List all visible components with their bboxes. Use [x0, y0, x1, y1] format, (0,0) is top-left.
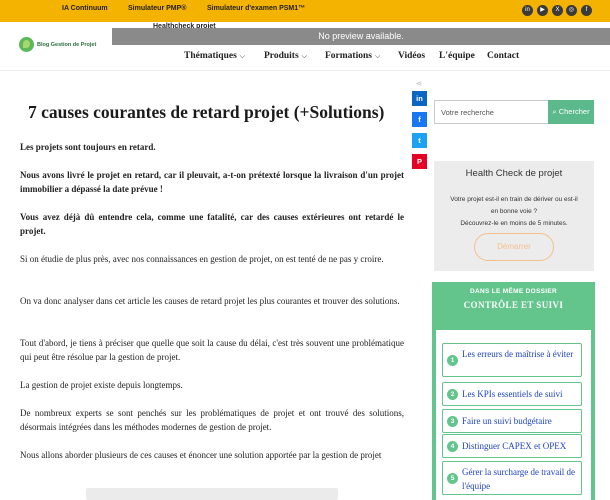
- dossier-title: CONTRÔLE ET SUIVI: [463, 300, 564, 310]
- logo-icon: [19, 37, 34, 52]
- youtube-icon[interactable]: ▶: [537, 5, 548, 16]
- article-paragraph: De nombreux experts se sont penchés sur …: [20, 408, 404, 432]
- article-paragraph: On va donc analyser dans cet article les…: [20, 296, 400, 306]
- article-paragraph: Si on étudie de plus près, avec nos conn…: [20, 254, 384, 264]
- instagram-icon[interactable]: ◎: [566, 5, 577, 16]
- site-logo[interactable]: Blog Gestion de Projet: [19, 37, 96, 52]
- chevron-down-icon: ⌵: [374, 52, 381, 60]
- nav-produits[interactable]: Produits ⌵: [264, 51, 307, 61]
- header-divider: [0, 70, 610, 71]
- dossier-item[interactable]: 2 Les KPIs essentiels de suivi: [442, 382, 582, 406]
- share-icon: ⋖: [415, 79, 423, 88]
- healthcheck-title: Health Check de projet: [465, 168, 563, 179]
- nav-equipe[interactable]: L'équipe: [439, 51, 475, 61]
- article-paragraph: Les projets sont toujours en retard.: [20, 142, 156, 152]
- embedded-content-placeholder: [86, 488, 338, 500]
- toplink-simulateur-psm1[interactable]: Simulateur d'examen PSM1™: [207, 5, 305, 12]
- article-paragraph: Vous avez déjà dû entendre cela, comme u…: [20, 212, 404, 236]
- dossier-item[interactable]: 5 Gérer la surcharge de travail de l'équ…: [442, 461, 582, 495]
- toplink-simulateur-pmp[interactable]: Simulateur PMP®: [128, 5, 186, 12]
- nav-thematiques[interactable]: Thématiques ⌵: [184, 51, 245, 61]
- search-button[interactable]: ⌕ Chercher: [548, 100, 594, 124]
- dossier-item[interactable]: 4 Distinguer CAPEX et OPEX: [442, 434, 582, 458]
- linkedin-icon[interactable]: in: [522, 5, 533, 16]
- top-bar: IA Continuum Simulateur PMP® Simulateur …: [0, 0, 610, 22]
- share-linkedin-button[interactable]: in: [412, 91, 427, 106]
- search-icon: ⌕: [552, 107, 557, 116]
- share-twitter-button[interactable]: t: [412, 133, 427, 148]
- search-input[interactable]: [434, 100, 549, 124]
- article-paragraph: La gestion de projet existe depuis longt…: [20, 380, 183, 390]
- nav-formations[interactable]: Formations ⌵: [325, 51, 380, 61]
- facebook-icon[interactable]: f: [581, 5, 592, 16]
- dossier-kicker: DANS LE MÊME DOSSIER: [470, 288, 557, 295]
- article-paragraph: Nous allons aborder plusieurs de ces cau…: [20, 450, 382, 460]
- chevron-down-icon: ⌵: [301, 52, 307, 60]
- share-pinterest-button[interactable]: P: [412, 154, 427, 169]
- dossier-item[interactable]: 3 Faire un suivi budgétaire: [442, 409, 582, 433]
- healthcheck-start-button[interactable]: Démarrer: [474, 233, 554, 261]
- healthcheck-widget: Health Check de projet Votre projet est-…: [434, 161, 594, 271]
- share-facebook-button[interactable]: f: [412, 112, 427, 127]
- dossier-item[interactable]: 1 Les erreurs de maîtrise à éviter: [442, 343, 582, 377]
- article-paragraph: Tout d'abord, je tiens à préciser que qu…: [20, 338, 404, 362]
- nav-videos[interactable]: Vidéos: [398, 51, 425, 61]
- article-paragraph: Nous avons livré le projet en retard, ca…: [20, 170, 404, 194]
- chevron-down-icon: ⌵: [239, 52, 246, 60]
- article-title: 7 causes courantes de retard projet (+So…: [28, 102, 385, 122]
- twitter-x-icon[interactable]: X: [552, 5, 563, 16]
- nav-contact[interactable]: Contact: [487, 51, 519, 61]
- preview-placeholder: No preview available.: [112, 28, 610, 45]
- logo-text: Blog Gestion de Projet: [37, 41, 97, 48]
- toplink-ia-continuum[interactable]: IA Continuum: [62, 5, 108, 12]
- healthcheck-description: Votre projet est-il en train de dériver …: [450, 196, 578, 227]
